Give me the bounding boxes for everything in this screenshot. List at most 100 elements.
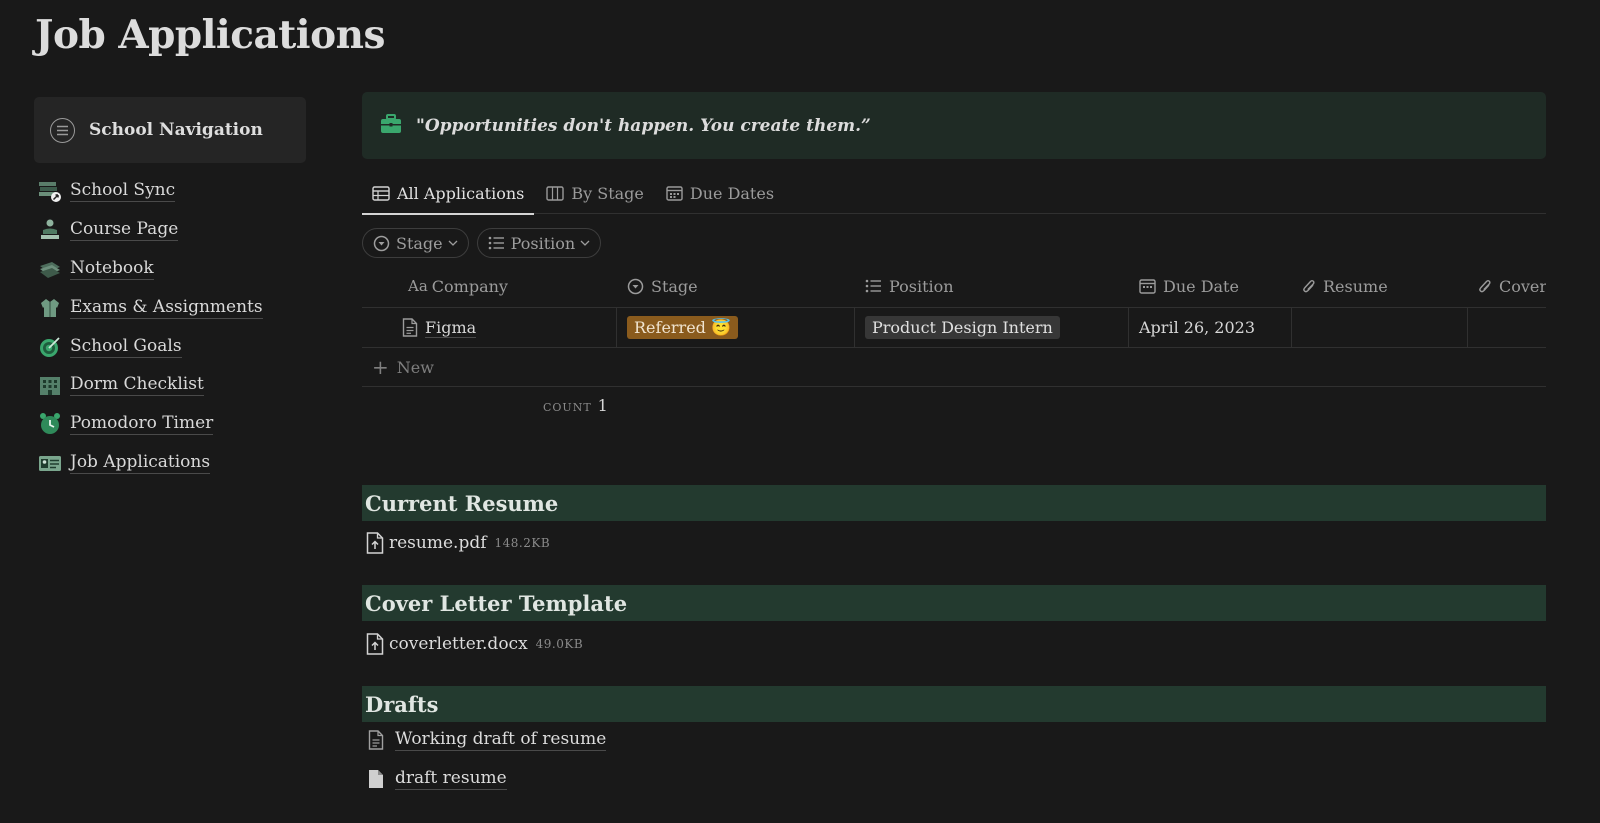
position-tag: Product Design Intern (865, 316, 1060, 339)
column-header-due-date[interactable]: Due Date (1129, 265, 1292, 307)
paperclip-icon (1479, 279, 1491, 292)
sidebar-item-label: School Goals (70, 335, 182, 358)
paperclip-icon (1303, 279, 1315, 292)
column-header-resume[interactable]: Resume (1292, 265, 1468, 307)
status-circle-icon (627, 278, 644, 294)
tab-by-stage[interactable]: By Stage (536, 172, 654, 214)
sidebar-item-label: Notebook (70, 257, 154, 280)
status-circle-icon (373, 235, 390, 251)
view-tabs: All Applications By Stage Due Dates (362, 172, 1546, 215)
sidebar-item-label: Job Applications (70, 451, 211, 474)
briefcase-icon (380, 113, 402, 138)
chevron-down-icon (448, 240, 458, 246)
list-icon (488, 236, 504, 250)
page-icon (368, 730, 384, 750)
chevron-down-icon (580, 240, 590, 246)
column-label: Position (889, 276, 954, 296)
table-row[interactable]: Figma Referred 😇 Product Design Intern A… (362, 308, 1546, 348)
tab-due-dates[interactable]: Due Dates (656, 172, 784, 214)
cover-letter-heading: Cover Letter Template (362, 585, 1546, 621)
column-label: Resume (1323, 276, 1388, 296)
column-header-stage[interactable]: Stage (617, 265, 855, 307)
column-label: Due Date (1163, 276, 1239, 296)
sidebar-nav: School Sync Course Page Notebook Exams &… (38, 172, 308, 482)
company-name: Figma (425, 317, 477, 338)
sidebar-item-label: Course Page (70, 219, 179, 242)
cover-cell[interactable] (1468, 308, 1546, 347)
sidebar-item-label: Exams & Assignments (70, 296, 263, 319)
quote-callout: "Opportunities don't happen. You create … (362, 92, 1546, 159)
draft-page-item[interactable]: Working draft of resume (368, 729, 607, 751)
target-icon (38, 335, 62, 359)
filter-bar: Stage Position (362, 228, 602, 258)
due-date-cell[interactable]: April 26, 2023 (1129, 308, 1292, 347)
notebook-icon (38, 257, 62, 281)
school-navigation-header[interactable]: School Navigation (34, 97, 306, 163)
column-label: Company (431, 276, 508, 296)
file-name: coverletter.docx (389, 634, 528, 654)
column-label: Cover (1499, 276, 1546, 296)
position-filter[interactable]: Position (476, 228, 602, 258)
resume-file[interactable]: resume.pdf 148.2KB (366, 532, 550, 554)
tab-all-applications[interactable]: All Applications (362, 172, 535, 215)
board-icon (546, 185, 565, 201)
sidebar-item-label: Pomodoro Timer (70, 413, 214, 436)
sidebar-item-label: School Sync (70, 180, 176, 203)
coat-icon (38, 296, 62, 320)
new-row-button[interactable]: + New (362, 348, 1546, 387)
alarm-clock-icon (38, 412, 62, 436)
school-navigation-title: School Navigation (89, 120, 263, 140)
draft-title: Working draft of resume (395, 729, 607, 751)
page-icon (402, 318, 418, 337)
tab-label: All Applications (397, 183, 525, 203)
table-header: Aa Company Stage Position Due Date Resum… (362, 265, 1546, 308)
due-date-value: April 26, 2023 (1139, 318, 1256, 337)
column-header-position[interactable]: Position (855, 265, 1129, 307)
tab-label: Due Dates (689, 183, 775, 203)
file-upload-icon (366, 532, 384, 554)
books-sync-icon (38, 179, 62, 203)
applications-table: Aa Company Stage Position Due Date Resum… (362, 265, 1546, 387)
page-filled-icon (369, 770, 383, 788)
sidebar-item-pomodoro-timer[interactable]: Pomodoro Timer (38, 405, 308, 444)
draft-title: draft resume (395, 768, 507, 790)
column-label: Stage (651, 276, 698, 296)
file-size: 49.0KB (535, 637, 584, 651)
list-icon (865, 279, 881, 293)
column-header-cover[interactable]: Cover (1468, 265, 1546, 307)
sidebar-item-label: Dorm Checklist (70, 374, 204, 397)
stage-tag: Referred 😇 (627, 316, 738, 339)
filter-label: Position (510, 233, 576, 253)
position-cell[interactable]: Product Design Intern (855, 308, 1129, 347)
sidebar-item-dorm-checklist[interactable]: Dorm Checklist (38, 366, 308, 405)
calendar-icon (666, 186, 683, 201)
file-name: resume.pdf (389, 533, 487, 553)
stage-filter[interactable]: Stage (362, 228, 469, 258)
drafts-heading: Drafts (362, 686, 1546, 722)
sidebar-item-school-goals[interactable]: School Goals (38, 327, 308, 366)
sidebar-item-course-page[interactable]: Course Page (38, 211, 308, 250)
sidebar-item-notebook[interactable]: Notebook (38, 250, 308, 289)
sidebar-item-job-applications[interactable]: Job Applications (38, 444, 308, 483)
count-value: 1 (597, 396, 608, 415)
count-summary[interactable]: COUNT 1 (543, 396, 608, 415)
column-header-company[interactable]: Aa Company (362, 265, 617, 307)
id-card-icon (38, 451, 62, 475)
company-cell[interactable]: Figma (362, 308, 617, 347)
current-resume-heading: Current Resume (362, 485, 1546, 521)
stage-cell[interactable]: Referred 😇 (617, 308, 855, 347)
calendar-icon (1139, 279, 1156, 294)
file-size: 148.2KB (494, 536, 551, 550)
tab-label: By Stage (571, 183, 644, 203)
sidebar-item-school-sync[interactable]: School Sync (38, 172, 308, 211)
person-reading-icon (38, 218, 62, 242)
draft-page-item[interactable]: draft resume (368, 768, 507, 790)
resume-cell[interactable] (1292, 308, 1468, 347)
sidebar-item-exams-assignments[interactable]: Exams & Assignments (38, 288, 308, 327)
cover-letter-file[interactable]: coverletter.docx 49.0KB (366, 633, 583, 655)
list-circle-icon (50, 117, 75, 143)
count-label: COUNT (543, 401, 592, 414)
page-title: Job Applications (35, 12, 385, 58)
table-icon (372, 185, 390, 201)
text-property-icon: Aa (408, 277, 428, 295)
